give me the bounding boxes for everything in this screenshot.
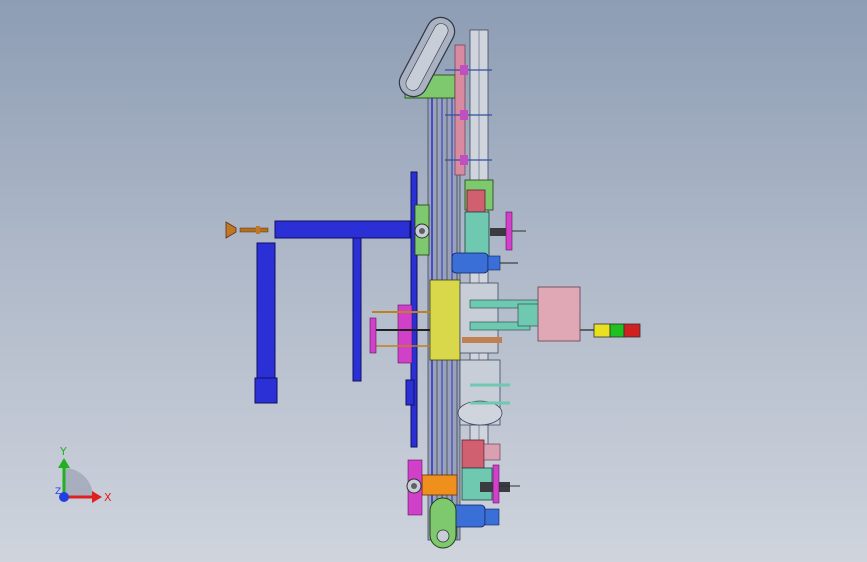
bottom-pulley[interactable] (429, 497, 457, 549)
coordinate-triad: Y X Z (55, 445, 112, 504)
cad-viewport[interactable]: Y X Z (0, 0, 867, 562)
signal-light-yellow (593, 323, 611, 338)
signal-tower[interactable] (593, 323, 641, 338)
z-axis-label: Z (55, 487, 61, 497)
top-belt-pulley[interactable] (394, 12, 459, 101)
y-axis-label: Y (59, 445, 67, 458)
adjuster-knob[interactable] (225, 221, 269, 239)
cad-model-canvas[interactable]: Y X Z (0, 0, 867, 562)
electrical-box[interactable] (537, 286, 594, 342)
signal-light-green (609, 323, 625, 338)
triad-quadrant (64, 468, 93, 497)
x-axis-label: X (104, 491, 112, 504)
central-carriage[interactable] (369, 279, 541, 364)
lower-station[interactable] (406, 439, 520, 516)
signal-light-red (623, 323, 641, 338)
lower-drum[interactable] (457, 359, 510, 426)
motor-upper[interactable] (451, 252, 518, 274)
blue-support-frame[interactable] (254, 171, 418, 448)
